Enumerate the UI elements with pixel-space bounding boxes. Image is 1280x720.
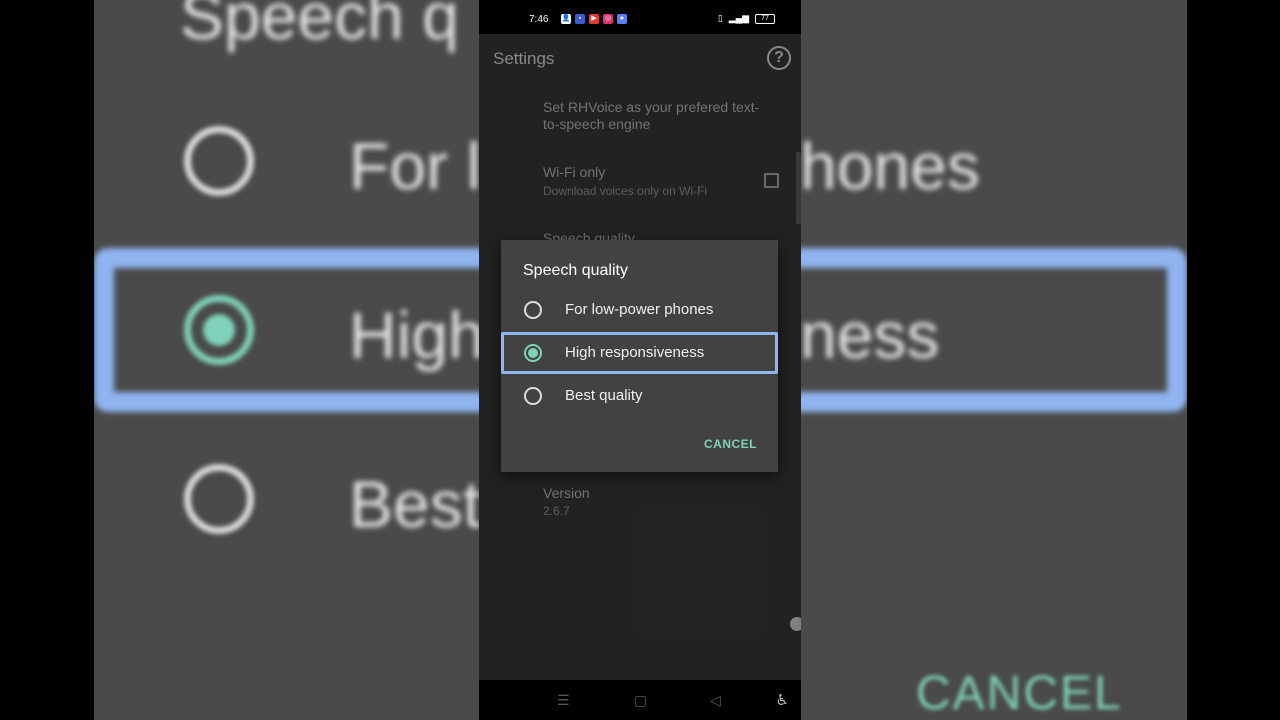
- backdrop-title-text: Speech q: [180, 0, 459, 53]
- backdrop-option-low-left: For l: [349, 129, 481, 203]
- backdrop-option-high-left: High: [349, 298, 485, 372]
- backdrop-radio-best: [184, 464, 254, 534]
- backdrop-cancel-text: CANCEL: [916, 667, 1123, 720]
- option-high-responsiveness[interactable]: High responsiveness: [501, 332, 778, 374]
- vibrate-icon: ▯: [717, 13, 723, 23]
- radio-unchecked-icon[interactable]: [524, 301, 542, 319]
- option-label: High responsiveness: [565, 344, 705, 361]
- backdrop-option-low-right: hones: [800, 129, 980, 203]
- phone-screen: 7:46 👤 ▪ ▶ ◎ ● ▯ ▂▄▆ 77 Settings ? Set R…: [479, 0, 801, 720]
- backdrop-radio-high: [184, 295, 254, 365]
- signal-icon: ▂▄▆: [728, 13, 749, 23]
- option-label: For low-power phones: [565, 301, 714, 318]
- cancel-button[interactable]: CANCEL: [704, 437, 757, 451]
- triangle-back-icon[interactable]: ◁: [710, 692, 721, 709]
- radio-unchecked-icon[interactable]: [524, 387, 542, 405]
- system-icons: ▯ ▂▄▆ 77: [718, 13, 775, 24]
- backdrop-radio-low: [184, 126, 254, 196]
- app-notification-icon: ▪: [575, 14, 585, 24]
- status-bar: 7:46 👤 ▪ ▶ ◎ ● ▯ ▂▄▆ 77: [479, 0, 801, 34]
- speech-quality-dialog: Speech quality For low-power phones High…: [501, 240, 778, 472]
- status-time: 7:46: [529, 14, 549, 25]
- battery-icon: 77: [755, 13, 775, 24]
- option-label: Best quality: [565, 387, 643, 404]
- person-icon: 👤: [561, 14, 571, 24]
- navigation-bar: ☰ ▢ ◁ ♿: [479, 680, 801, 720]
- dialog-title: Speech quality: [523, 262, 628, 279]
- radio-checked-icon[interactable]: [524, 344, 542, 362]
- backdrop-option-best: Best: [349, 467, 482, 541]
- option-low-power[interactable]: For low-power phones: [501, 290, 778, 330]
- youtube-icon: ▶: [589, 14, 599, 24]
- backdrop-option-high-right: ness: [800, 298, 940, 372]
- accessibility-icon[interactable]: ♿: [776, 691, 789, 709]
- notification-icons: 👤 ▪ ▶ ◎ ●: [561, 14, 627, 24]
- chat-app-icon: ●: [617, 14, 627, 24]
- instagram-icon: ◎: [603, 14, 613, 24]
- option-best-quality[interactable]: Best quality: [501, 376, 778, 416]
- menu-icon[interactable]: ☰: [557, 692, 570, 709]
- square-home-icon[interactable]: ▢: [634, 692, 647, 709]
